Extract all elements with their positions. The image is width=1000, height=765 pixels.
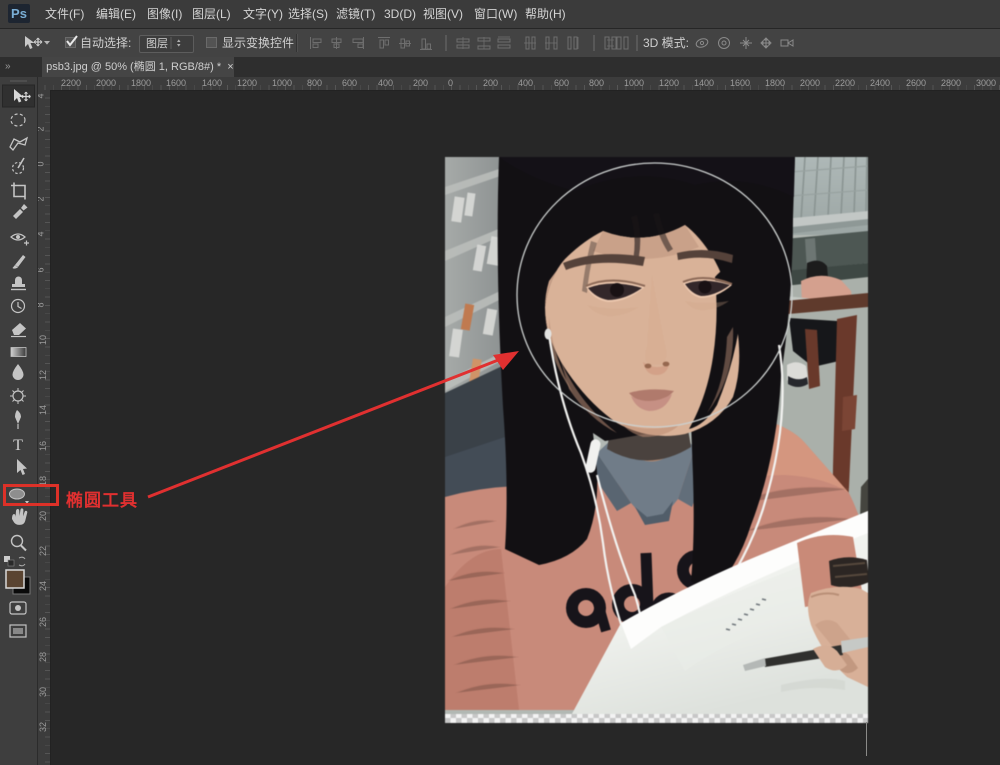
svg-text:T: T — [13, 437, 23, 454]
svg-text:3D 模式:: 3D 模式: — [643, 36, 689, 50]
